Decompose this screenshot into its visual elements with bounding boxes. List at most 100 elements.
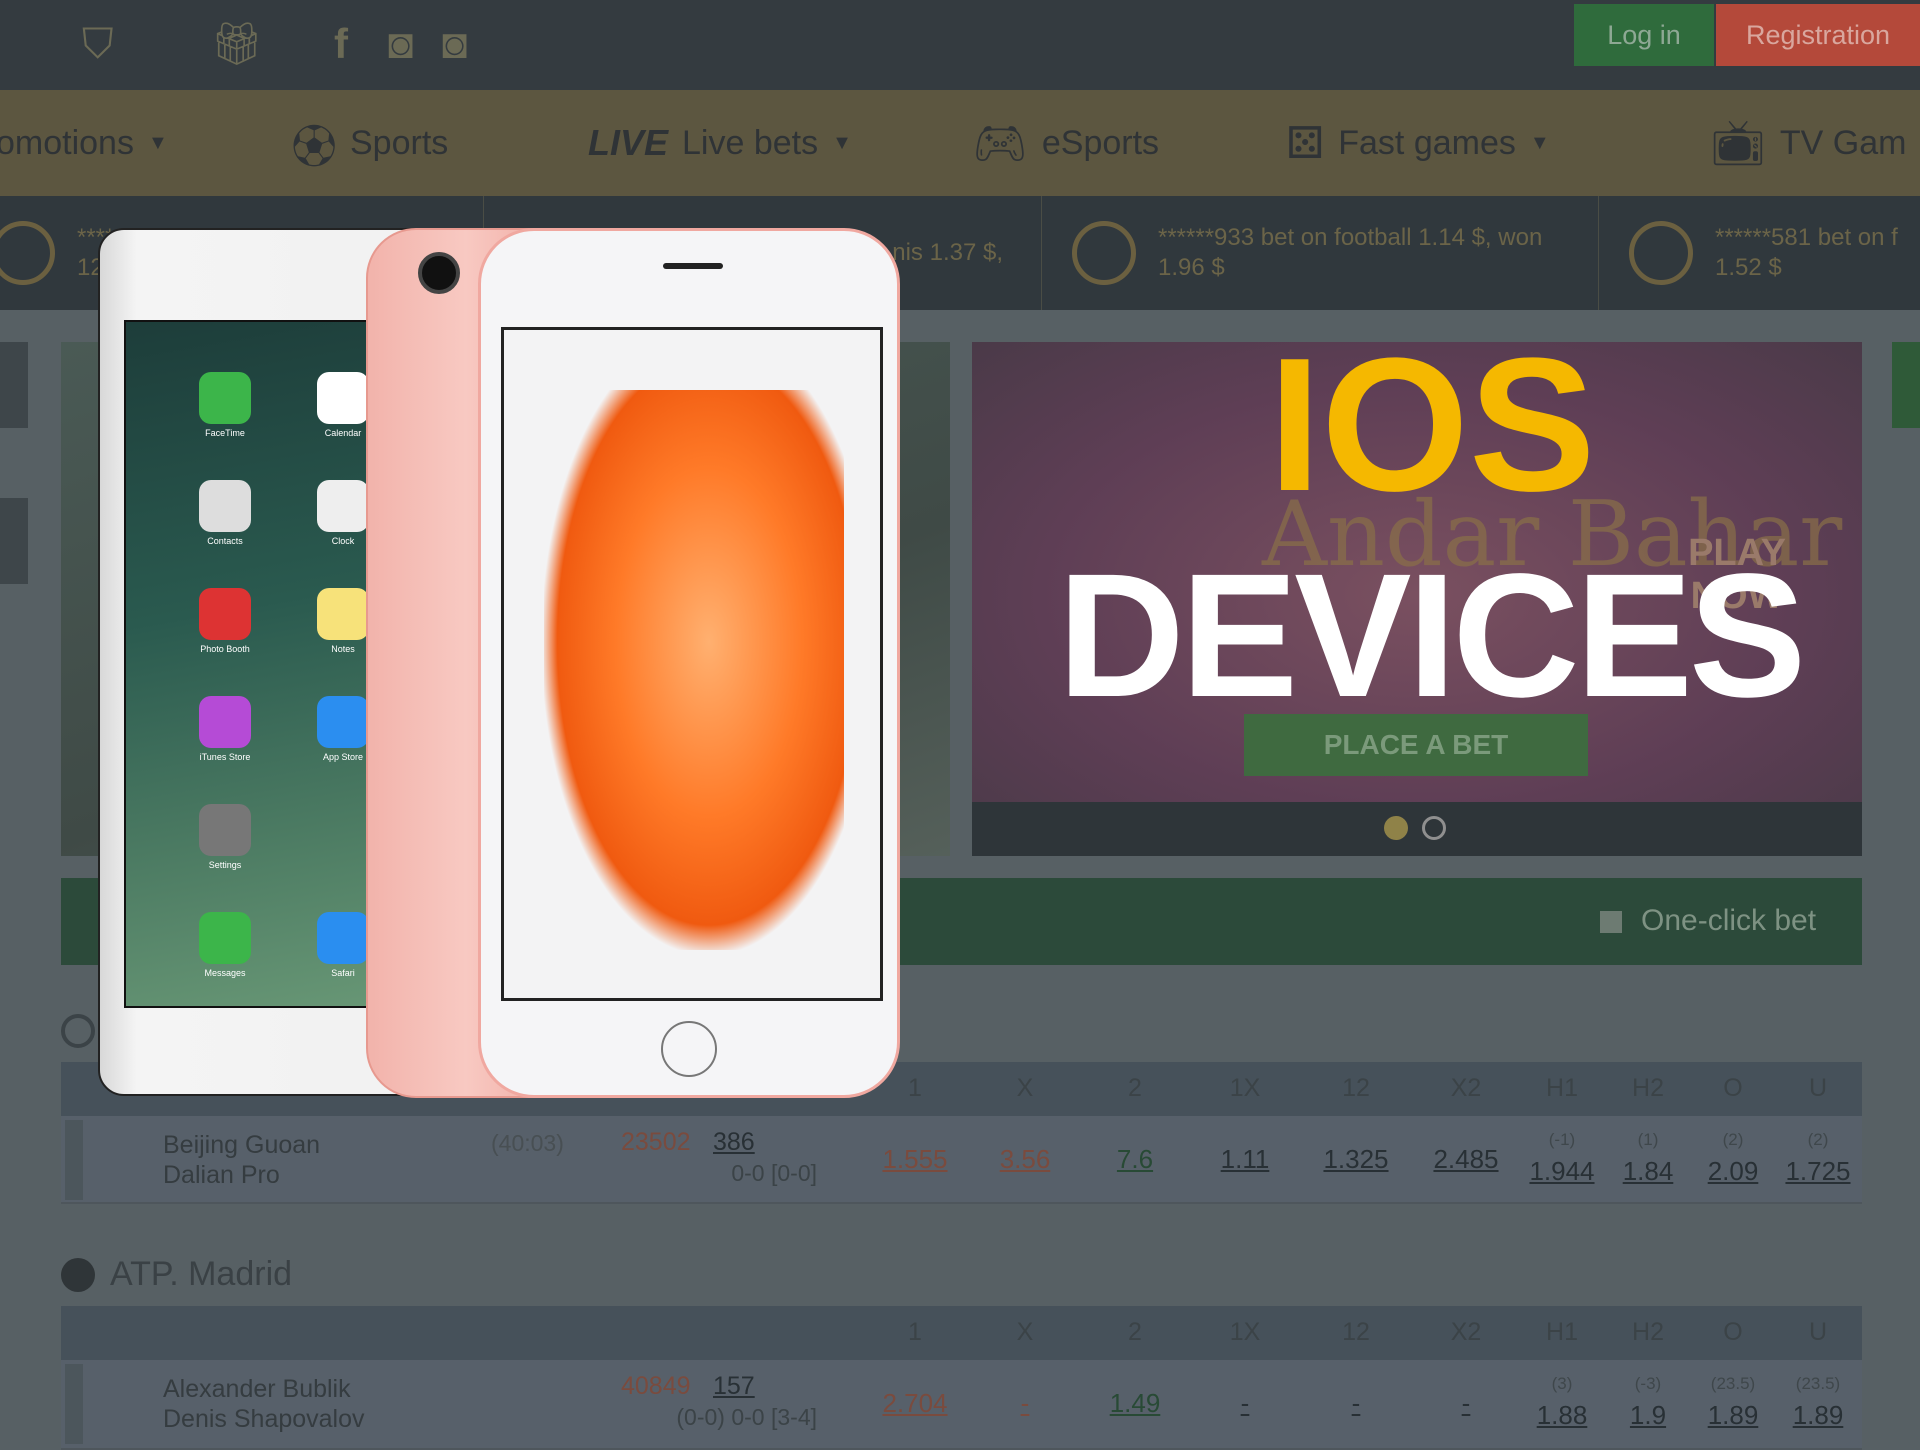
odds-button[interactable]: -: [1416, 1388, 1516, 1419]
carousel-dot-active[interactable]: [1384, 816, 1408, 840]
table-header: 1 X 2 1X 12 X2 H1 H2 O U: [61, 1306, 1862, 1360]
top-bar: ⛉ 🎁︎ f ◙ ◙ Log in Registration: [0, 0, 1920, 90]
ticker-item: ******933 bet on football 1.14 $, won 1.9…: [1041, 196, 1598, 310]
app-label: Messages: [204, 968, 246, 978]
instagram-icon[interactable]: ◙: [388, 14, 413, 74]
side-tab[interactable]: [1892, 342, 1920, 428]
app-icon[interactable]: Photo Booth: [166, 588, 284, 696]
odds-button[interactable]: 1.49: [1085, 1388, 1185, 1419]
odds-button[interactable]: 1.555: [865, 1144, 965, 1175]
speaker: [663, 263, 723, 269]
soccer-ball-icon: [61, 1014, 95, 1048]
match-score: (0-0) 0-0 [3-4]: [676, 1404, 817, 1430]
overlay-title-devices: DEVICES: [1057, 538, 1807, 734]
app-icon[interactable]: iTunes Store: [166, 696, 284, 804]
app-icon-tile: [317, 696, 369, 748]
app-icon-tile: [199, 480, 251, 532]
column-header: X: [1016, 1318, 1034, 1346]
nav-label: Live bets: [682, 123, 819, 162]
ios-devices-image: FaceTime Calendar Contacts Clock Photo Booth…: [98, 228, 900, 1098]
side-tab[interactable]: [0, 498, 28, 584]
league-title: ATP. Madrid: [110, 1255, 293, 1293]
caret-down-icon: ▼: [832, 131, 852, 154]
match-id: 40849: [621, 1372, 691, 1400]
expand-toggle[interactable]: [65, 1120, 83, 1200]
column-header: U: [1808, 1074, 1828, 1102]
app-icon-tile: [199, 912, 251, 964]
column-header: 2: [1128, 1074, 1142, 1102]
nav-label: eSports: [1041, 123, 1160, 162]
dice-icon: ⚄: [1286, 118, 1325, 168]
table-row[interactable]: Beijing Guoan Dalian Pro (40:03) 23502 386 0-…: [61, 1116, 1862, 1204]
table-row[interactable]: Alexander Bublik Denis Shapovalov 40849 157…: [61, 1360, 1862, 1450]
app-icon[interactable]: FaceTime: [166, 372, 284, 480]
odds-button[interactable]: 2.485: [1416, 1144, 1516, 1175]
column-header: X: [1016, 1074, 1034, 1102]
caret-down-icon: ▼: [147, 131, 168, 154]
odds-button[interactable]: 1.11: [1195, 1144, 1295, 1175]
one-click-checkbox[interactable]: [1600, 911, 1622, 933]
column-header: U: [1808, 1318, 1828, 1346]
odds-button[interactable]: 2.704: [865, 1388, 965, 1419]
one-click-label: One-click bet: [1641, 904, 1817, 937]
odds-button[interactable]: 1.88: [1512, 1400, 1612, 1431]
column-header: X2: [1450, 1074, 1482, 1102]
soccer-ball-icon: [1072, 221, 1136, 285]
nav-tv-games[interactable]: 📺︎ TV Gam: [1710, 90, 1906, 196]
app-icon[interactable]: Settings: [166, 804, 284, 912]
nav-promotions[interactable]: omotions ▼: [0, 90, 168, 196]
odds-button[interactable]: 3.56: [975, 1144, 1075, 1175]
betta-fish-wallpaper: [544, 390, 844, 950]
gamepad-icon: 🎮︎: [972, 119, 1028, 168]
tv-icon: 📺︎: [1710, 119, 1766, 168]
odds-button[interactable]: 1.325: [1306, 1144, 1406, 1175]
ticker-text: nis 1.37 $,: [892, 239, 1003, 266]
app-icon-tile: [199, 372, 251, 424]
nav-sports[interactable]: ⚽︎ Sports: [292, 90, 448, 196]
caret-down-icon: ▼: [1529, 131, 1550, 154]
nav-label: Fast games: [1338, 123, 1516, 162]
ticker-text: ******933 bet on football 1.14 $, won: [1158, 224, 1543, 251]
app-icon[interactable]: Messages: [166, 912, 284, 1020]
markets-count[interactable]: 386: [713, 1128, 755, 1157]
nav-fast-games[interactable]: ⚄ Fast games ▼: [1286, 90, 1550, 196]
odds-button[interactable]: 1.944: [1512, 1156, 1612, 1187]
nav-label: Sports: [350, 123, 449, 162]
odds-button[interactable]: 1.89: [1768, 1400, 1868, 1431]
expand-toggle[interactable]: [65, 1364, 83, 1444]
instagram-icon[interactable]: ◙: [442, 14, 467, 74]
match-time: (40:03): [491, 1130, 564, 1156]
app-icon-tile: [199, 804, 251, 856]
shield-icon[interactable]: ⛉: [82, 14, 114, 74]
soccer-ball-icon: [0, 221, 55, 285]
column-header: 12: [1342, 1074, 1370, 1102]
column-header: 2: [1128, 1318, 1142, 1346]
ticker-text: ******581 bet on f: [1715, 224, 1898, 251]
markets-count[interactable]: 157: [713, 1372, 755, 1401]
app-label: FaceTime: [205, 428, 245, 438]
login-button[interactable]: Log in: [1574, 4, 1714, 66]
odds-button[interactable]: -: [975, 1388, 1075, 1419]
odds-button[interactable]: -: [1195, 1388, 1295, 1419]
odds-button[interactable]: 1.725: [1768, 1156, 1868, 1187]
app-label: Photo Booth: [200, 644, 250, 654]
odds-button[interactable]: -: [1306, 1388, 1406, 1419]
nav-live-bets[interactable]: LIVE Live bets ▼: [588, 90, 852, 196]
registration-button[interactable]: Registration: [1716, 4, 1920, 66]
ticker-text: 1.52 $: [1715, 254, 1782, 281]
home-button: [661, 1021, 717, 1077]
column-header: X2: [1450, 1318, 1482, 1346]
carousel-dot[interactable]: [1422, 816, 1446, 840]
column-header: 1: [908, 1318, 922, 1346]
gift-icon[interactable]: 🎁︎: [210, 14, 263, 74]
side-tab[interactable]: [0, 342, 28, 428]
nav-label: TV Gam: [1779, 123, 1907, 162]
facebook-icon[interactable]: f: [334, 14, 348, 74]
ticker-item: ******581 bet on f 1.52 $: [1598, 196, 1920, 310]
nav-esports[interactable]: 🎮︎ eSports: [972, 90, 1159, 196]
odds-button[interactable]: 7.6: [1085, 1144, 1185, 1175]
app-icon[interactable]: Contacts: [166, 480, 284, 588]
overlay-title-ios: IOS: [1268, 319, 1596, 531]
handicap-param: (2): [1807, 1130, 1829, 1149]
app-icon-tile: [317, 588, 369, 640]
